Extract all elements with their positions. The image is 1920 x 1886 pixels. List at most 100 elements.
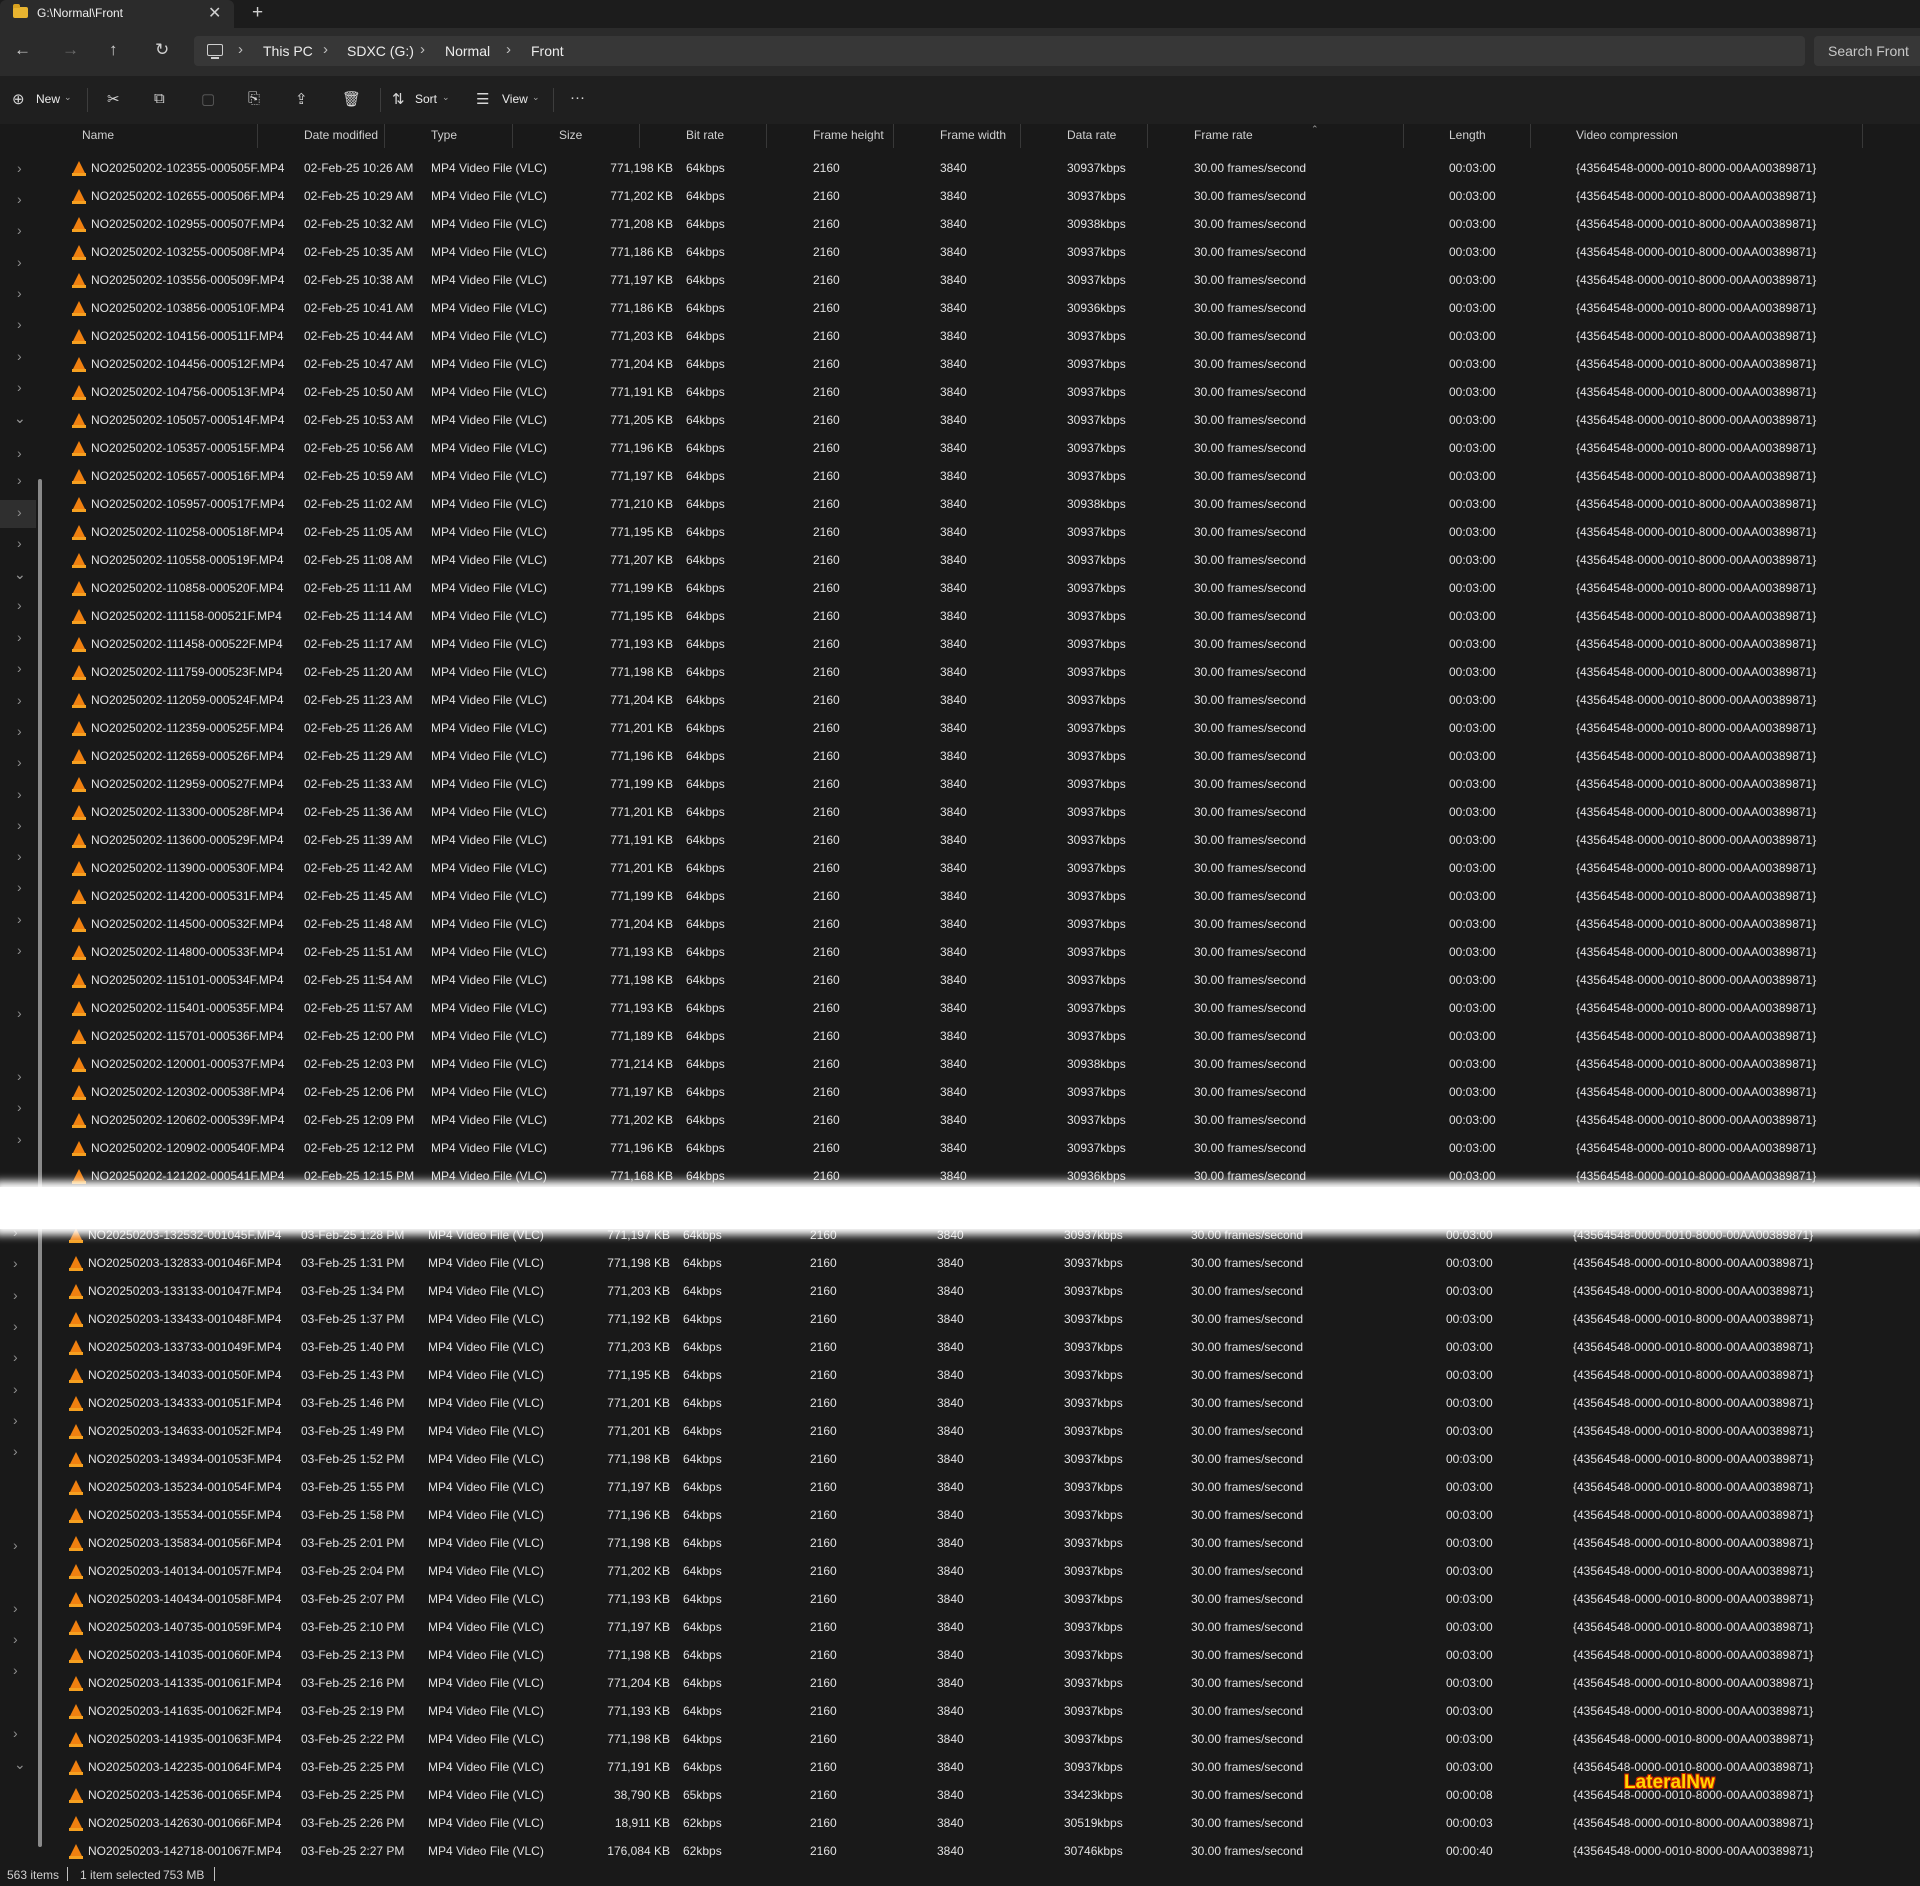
file-row[interactable]: NO20250203-141935-001063F.MP4 03-Feb-25 2…	[37, 1725, 1917, 1753]
file-row[interactable]: NO20250202-104456-000512F.MP4 02-Feb-25 1…	[40, 350, 1920, 378]
vlc-cone-icon	[72, 581, 86, 596]
cell-size: 771,196 KB	[610, 1141, 673, 1155]
file-row[interactable]: NO20250202-102955-000507F.MP4 02-Feb-25 1…	[40, 210, 1920, 238]
file-row[interactable]: NO20250202-113600-000529F.MP4 02-Feb-25 1…	[40, 826, 1920, 854]
cell-size: 771,199 KB	[610, 889, 673, 903]
file-row[interactable]: NO20250202-102355-000505F.MP4 02-Feb-25 1…	[40, 154, 1920, 182]
file-row[interactable]: NO20250202-115401-000535F.MP4 02-Feb-25 1…	[40, 994, 1920, 1022]
file-row[interactable]: NO20250202-120001-000537F.MP4 02-Feb-25 1…	[40, 1050, 1920, 1078]
file-row[interactable]: NO20250203-141335-001061F.MP4 03-Feb-25 2…	[37, 1669, 1917, 1697]
cell-data-rate: 30937kbps	[1067, 581, 1126, 595]
cell-frame-width: 3840	[940, 609, 967, 623]
file-row[interactable]: NO20250203-142630-001066F.MP4 03-Feb-25 2…	[37, 1809, 1917, 1837]
file-row[interactable]: NO20250202-103856-000510F.MP4 02-Feb-25 1…	[40, 294, 1920, 322]
file-row[interactable]: NO20250202-104756-000513F.MP4 02-Feb-25 1…	[40, 378, 1920, 406]
file-row[interactable]: NO20250203-133733-001049F.MP4 03-Feb-25 1…	[37, 1333, 1917, 1361]
cell-size: 771,192 KB	[607, 1312, 670, 1326]
cell-length: 00:00:08	[1446, 1788, 1493, 1802]
cell-video-compression: {43564548-0000-0010-8000-00AA00389871}	[1576, 917, 1817, 931]
file-row[interactable]: NO20250202-111759-000523F.MP4 02-Feb-25 1…	[40, 658, 1920, 686]
cell-data-rate: 30937kbps	[1064, 1396, 1123, 1410]
cell-frame-height: 2160	[813, 441, 840, 455]
file-row[interactable]: NO20250202-113300-000528F.MP4 02-Feb-25 1…	[40, 798, 1920, 826]
file-row[interactable]: NO20250202-105357-000515F.MP4 02-Feb-25 1…	[40, 434, 1920, 462]
cell-date-modified: 02-Feb-25 10:29 AM	[304, 189, 414, 203]
file-row[interactable]: NO20250203-140434-001058F.MP4 03-Feb-25 2…	[37, 1585, 1917, 1613]
file-row[interactable]: NO20250203-141035-001060F.MP4 03-Feb-25 2…	[37, 1641, 1917, 1669]
file-row[interactable]: NO20250202-112359-000525F.MP4 02-Feb-25 1…	[40, 714, 1920, 742]
file-row[interactable]: NO20250203-134033-001050F.MP4 03-Feb-25 1…	[37, 1361, 1917, 1389]
cell-frame-width: 3840	[940, 889, 967, 903]
cell-length: 00:03:00	[1446, 1312, 1493, 1326]
file-row[interactable]: NO20250202-110558-000519F.MP4 02-Feb-25 1…	[40, 546, 1920, 574]
file-row[interactable]: NO20250202-110858-000520F.MP4 02-Feb-25 1…	[40, 574, 1920, 602]
file-row[interactable]: NO20250202-115701-000536F.MP4 02-Feb-25 1…	[40, 1022, 1920, 1050]
cell-date-modified: 02-Feb-25 10:44 AM	[304, 329, 414, 343]
file-row[interactable]: NO20250203-133433-001048F.MP4 03-Feb-25 1…	[37, 1305, 1917, 1333]
cell-video-compression: {43564548-0000-0010-8000-00AA00389871}	[1576, 1141, 1817, 1155]
cell-bit-rate: 64kbps	[683, 1284, 722, 1298]
file-row[interactable]: NO20250203-135834-001056F.MP4 03-Feb-25 2…	[37, 1529, 1917, 1557]
file-row[interactable]: NO20250203-132833-001046F.MP4 03-Feb-25 1…	[37, 1249, 1917, 1277]
file-row[interactable]: NO20250202-112059-000524F.MP4 02-Feb-25 1…	[40, 686, 1920, 714]
cell-size: 771,201 KB	[607, 1424, 670, 1438]
file-row[interactable]: NO20250203-134633-001052F.MP4 03-Feb-25 1…	[37, 1417, 1917, 1445]
cell-frame-rate: 30.00 frames/second	[1194, 553, 1307, 567]
file-row[interactable]: NO20250202-114200-000531F.MP4 02-Feb-25 1…	[40, 882, 1920, 910]
file-row[interactable]: NO20250203-134934-001053F.MP4 03-Feb-25 1…	[37, 1445, 1917, 1473]
file-row[interactable]: NO20250202-105057-000514F.MP4 02-Feb-25 1…	[40, 406, 1920, 434]
cell-frame-width: 3840	[937, 1592, 964, 1606]
file-row[interactable]: NO20250203-141635-001062F.MP4 03-Feb-25 2…	[37, 1697, 1917, 1725]
cell-bit-rate: 64kbps	[686, 805, 725, 819]
cell-frame-width: 3840	[940, 1001, 967, 1015]
file-row[interactable]: NO20250203-140735-001059F.MP4 03-Feb-25 2…	[37, 1613, 1917, 1641]
file-row[interactable]: NO20250202-105657-000516F.MP4 02-Feb-25 1…	[40, 462, 1920, 490]
file-row[interactable]: NO20250202-115101-000534F.MP4 02-Feb-25 1…	[40, 966, 1920, 994]
file-row[interactable]: NO20250202-111458-000522F.MP4 02-Feb-25 1…	[40, 630, 1920, 658]
file-row[interactable]: NO20250202-112959-000527F.MP4 02-Feb-25 1…	[40, 770, 1920, 798]
file-row[interactable]: NO20250202-103255-000508F.MP4 02-Feb-25 1…	[40, 238, 1920, 266]
cell-type: MP4 Video File (VLC)	[431, 889, 547, 903]
cell-type: MP4 Video File (VLC)	[431, 805, 547, 819]
cell-frame-rate: 30.00 frames/second	[1191, 1620, 1304, 1634]
cell-type: MP4 Video File (VLC)	[431, 693, 547, 707]
cell-size: 771,205 KB	[610, 413, 673, 427]
cell-frame-width: 3840	[940, 161, 967, 175]
cell-data-rate: 30937kbps	[1064, 1676, 1123, 1690]
file-row[interactable]: NO20250203-140134-001057F.MP4 03-Feb-25 2…	[37, 1557, 1917, 1585]
cell-length: 00:03:00	[1449, 273, 1496, 287]
cell-size: 176,084 KB	[607, 1844, 670, 1858]
file-row[interactable]: NO20250202-104156-000511F.MP4 02-Feb-25 1…	[40, 322, 1920, 350]
cell-data-rate: 30937kbps	[1064, 1732, 1123, 1746]
file-row[interactable]: NO20250202-105957-000517F.MP4 02-Feb-25 1…	[40, 490, 1920, 518]
cell-size: 771,208 KB	[610, 217, 673, 231]
file-row[interactable]: NO20250203-135234-001054F.MP4 03-Feb-25 1…	[37, 1473, 1917, 1501]
cell-frame-height: 2160	[810, 1228, 837, 1242]
vlc-cone-icon	[69, 1256, 83, 1271]
file-row[interactable]: NO20250202-121202-000541F.MP4 02-Feb-25 1…	[40, 1162, 1920, 1190]
cell-bit-rate: 64kbps	[686, 945, 725, 959]
file-row[interactable]: NO20250203-142718-001067F.MP4 03-Feb-25 2…	[37, 1837, 1917, 1865]
file-row[interactable]: NO20250203-135534-001055F.MP4 03-Feb-25 1…	[37, 1501, 1917, 1529]
cell-name: NO20250202-104756-000513F.MP4	[91, 385, 285, 399]
cell-frame-rate: 30.00 frames/second	[1191, 1508, 1304, 1522]
file-row[interactable]: NO20250203-134333-001051F.MP4 03-Feb-25 1…	[37, 1389, 1917, 1417]
file-row[interactable]: NO20250202-120902-000540F.MP4 02-Feb-25 1…	[40, 1134, 1920, 1162]
file-row[interactable]: NO20250202-111158-000521F.MP4 02-Feb-25 1…	[40, 602, 1920, 630]
cell-name: NO20250203-135534-001055F.MP4	[88, 1508, 282, 1522]
file-row[interactable]: NO20250202-112659-000526F.MP4 02-Feb-25 1…	[40, 742, 1920, 770]
cell-size: 771,197 KB	[607, 1228, 670, 1242]
file-row[interactable]: NO20250202-120302-000538F.MP4 02-Feb-25 1…	[40, 1078, 1920, 1106]
file-row[interactable]: NO20250202-103556-000509F.MP4 02-Feb-25 1…	[40, 266, 1920, 294]
file-row[interactable]: NO20250202-110258-000518F.MP4 02-Feb-25 1…	[40, 518, 1920, 546]
file-row[interactable]: NO20250202-114800-000533F.MP4 02-Feb-25 1…	[40, 938, 1920, 966]
file-row[interactable]: NO20250202-113900-000530F.MP4 02-Feb-25 1…	[40, 854, 1920, 882]
file-row[interactable]: NO20250202-102655-000506F.MP4 02-Feb-25 1…	[40, 182, 1920, 210]
file-row[interactable]: NO20250203-133133-001047F.MP4 03-Feb-25 1…	[37, 1277, 1917, 1305]
file-row[interactable]: NO20250202-120602-000539F.MP4 02-Feb-25 1…	[40, 1106, 1920, 1134]
file-row[interactable]: NO20250202-114500-000532F.MP4 02-Feb-25 1…	[40, 910, 1920, 938]
cell-length: 00:03:00	[1446, 1648, 1493, 1662]
cell-frame-width: 3840	[937, 1620, 964, 1634]
cell-name: NO20250203-134633-001052F.MP4	[88, 1424, 282, 1438]
cell-bit-rate: 64kbps	[686, 1141, 725, 1155]
